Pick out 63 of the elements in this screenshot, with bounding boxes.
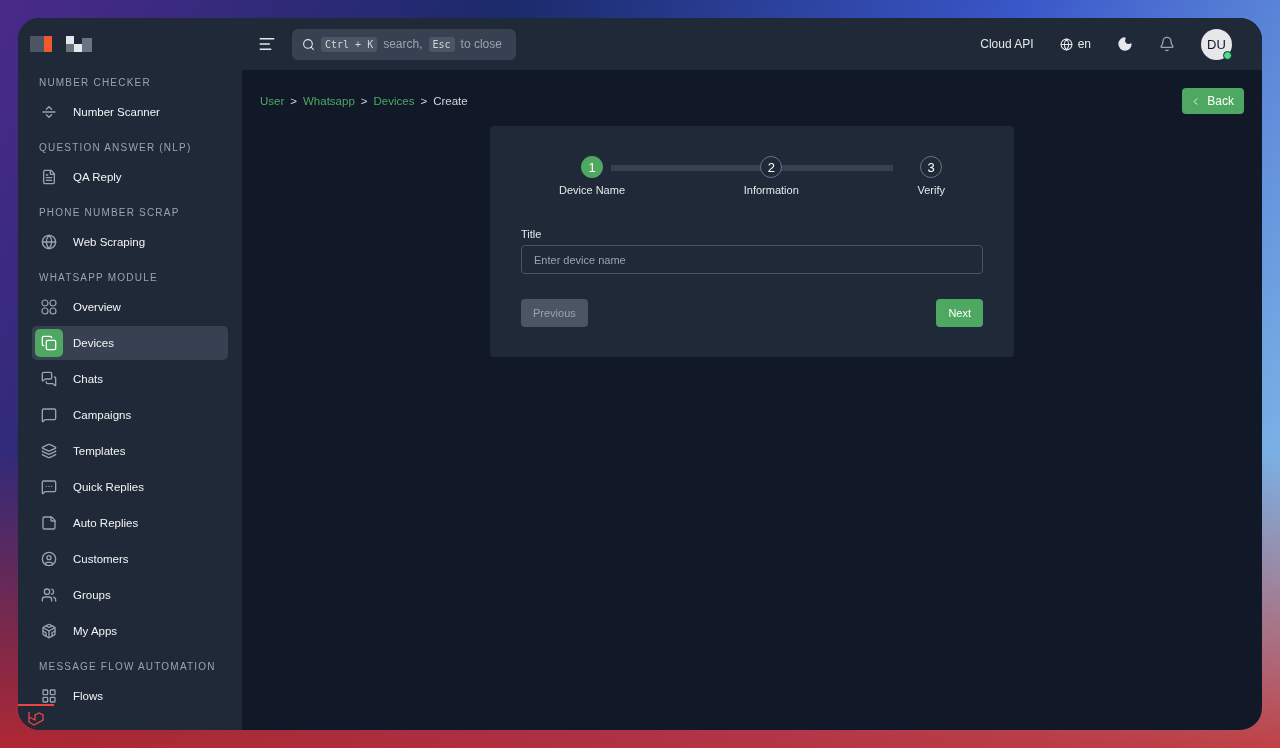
sidebar-item[interactable]: QA Reply <box>32 160 228 194</box>
section-heading: QUESTION ANSWER (NLP) <box>38 141 193 155</box>
section-heading: WHATSAPP MODULE <box>38 271 159 285</box>
layers-icon <box>41 443 57 459</box>
grid-icon <box>41 688 57 704</box>
sidebar-item[interactable]: Devices <box>32 326 228 360</box>
sidebar-item[interactable]: Overview <box>32 290 228 324</box>
sidebar-item[interactable]: Groups <box>32 578 228 612</box>
chat-dots-icon <box>41 479 57 495</box>
step-number: 1 <box>581 156 603 178</box>
shortcut-key: Ctrl + K <box>321 36 378 52</box>
title-input[interactable]: Enter device name <box>521 245 983 274</box>
user-avatar[interactable]: DU <box>1201 28 1232 60</box>
circles-icon <box>41 299 57 315</box>
step-number: 3 <box>920 156 943 178</box>
language-selector[interactable]: en <box>1077 37 1091 51</box>
breadcrumb-separator: > <box>290 95 297 107</box>
breadcrumb-link[interactable]: Devices <box>373 95 415 107</box>
globe-icon <box>41 234 57 250</box>
sidebar-item[interactable]: My Apps <box>32 614 228 648</box>
user-circle-icon <box>41 551 57 567</box>
sidebar-item[interactable]: Campaigns <box>32 398 228 432</box>
sidebar-item[interactable]: Number Scanner <box>32 95 228 129</box>
step-number: 2 <box>760 156 783 178</box>
chat-bubble-icon <box>41 407 57 423</box>
breadcrumb-link[interactable]: User <box>260 95 285 107</box>
document-icon <box>41 169 57 185</box>
notification-icon[interactable] <box>1159 36 1175 52</box>
step-label: Information <box>743 184 799 196</box>
globe-icon[interactable] <box>1059 37 1073 51</box>
breadcrumb-link[interactable]: Whatsapp <box>303 95 355 107</box>
step-label: Verify <box>917 184 945 196</box>
search-field[interactable]: Ctrl + K search, Esc to close <box>292 28 516 60</box>
breadcrumb-separator: > <box>420 95 428 107</box>
breadcrumb-separator: > <box>360 95 368 107</box>
search-hint: search, <box>383 37 423 51</box>
section-heading: PHONE NUMBER SCRAP <box>38 206 181 220</box>
section-heading: NUMBER CHECKER <box>38 76 152 90</box>
breadcrumb-current: Create <box>433 95 468 107</box>
cube-icon <box>41 623 57 639</box>
sidebar-item[interactable]: Customers <box>32 542 228 576</box>
moon-icon[interactable] <box>1117 36 1133 52</box>
search-icon <box>302 37 315 51</box>
search-hint: to close <box>460 37 502 51</box>
chat-bubbles-icon <box>41 371 57 387</box>
sidebar-item[interactable]: Templates <box>32 434 228 468</box>
debug-bar-tab[interactable] <box>18 704 54 730</box>
sidebar-item[interactable]: Auto Replies <box>32 506 228 540</box>
sidebar-item[interactable]: Quick Replies <box>32 470 228 504</box>
menu-icon[interactable] <box>258 35 276 53</box>
scanner-icon <box>41 104 57 120</box>
note-icon <box>41 515 57 531</box>
users-icon <box>41 587 57 603</box>
sidebar-item[interactable]: Chats <box>32 362 228 396</box>
api-link[interactable]: Cloud API <box>980 37 1034 51</box>
devices-icon <box>41 335 57 351</box>
sidebar-item[interactable]: Web Scraping <box>32 225 228 259</box>
framework-logo-icon <box>27 710 45 726</box>
shortcut-key: Esc <box>428 36 455 52</box>
section-heading: MESSAGE FLOW AUTOMATION <box>38 660 217 674</box>
field-label: Title <box>521 228 543 240</box>
sidebar-item[interactable]: Flows <box>32 679 228 713</box>
step-label: Device Name <box>559 184 626 196</box>
